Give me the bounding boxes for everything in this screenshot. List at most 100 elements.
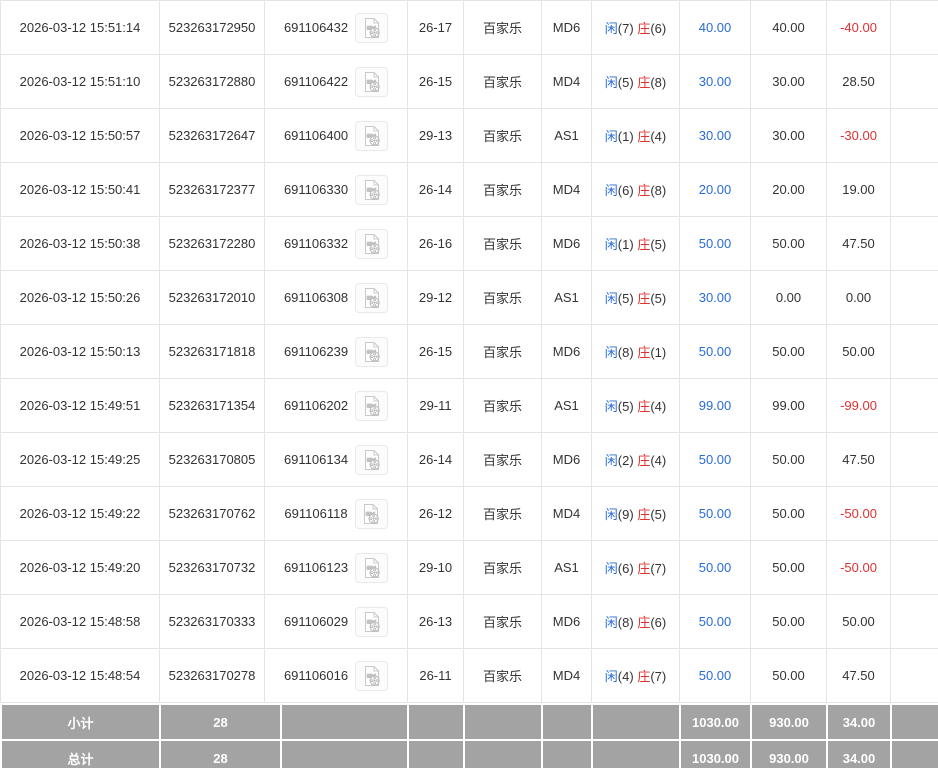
video-replay-button[interactable]	[355, 444, 389, 475]
game-name: 百家乐	[463, 108, 542, 163]
valid-amount: 0.00	[750, 270, 827, 325]
bet-amount: 30.00	[679, 54, 751, 109]
win-loss-amount: -40.00	[826, 0, 891, 55]
banker-score: (5)	[650, 507, 667, 522]
banker-label: 庄	[637, 75, 651, 90]
round-id: 691106123	[283, 560, 349, 575]
total-bet-total: 1030.00	[679, 739, 752, 768]
video-file-icon	[364, 557, 380, 578]
video-file-icon	[364, 665, 380, 686]
bet-amount: 99.00	[679, 378, 751, 433]
player-label: 闲	[604, 129, 618, 144]
banker-score: (7)	[650, 561, 667, 576]
video-replay-button[interactable]	[355, 660, 389, 691]
game-name: 百家乐	[463, 270, 542, 325]
table-code: 26-13	[407, 594, 464, 649]
valid-amount: 50.00	[750, 324, 827, 379]
game-name: 百家乐	[463, 216, 542, 271]
round-id: 691106332	[283, 236, 349, 251]
bet-time: 2026-03-12 15:50:13	[0, 324, 160, 379]
bet-time: 2026-03-12 15:49:20	[0, 540, 160, 595]
game-name: 百家乐	[463, 486, 542, 541]
banker-score: (4)	[650, 453, 667, 468]
bet-time: 2026-03-12 15:49:25	[0, 432, 160, 487]
game-name: 百家乐	[463, 594, 542, 649]
bet-id: 523263172377	[159, 162, 265, 217]
player-score: (7)	[617, 21, 634, 36]
bet-time: 2026-03-12 15:48:54	[0, 648, 160, 703]
game-result: 闲(6) 庄(8)	[591, 162, 680, 217]
bet-id: 523263170333	[159, 594, 265, 649]
bet-id: 523263170732	[159, 540, 265, 595]
empty-cell	[890, 378, 938, 433]
room-code: MD6	[541, 0, 592, 55]
empty-cell	[890, 270, 938, 325]
win-loss-amount: 50.00	[826, 594, 891, 649]
valid-amount: 50.00	[750, 486, 827, 541]
video-replay-button[interactable]	[355, 390, 389, 421]
empty-cell	[890, 540, 938, 595]
round-id: 691106432	[283, 20, 349, 35]
game-name: 百家乐	[463, 540, 542, 595]
video-replay-button[interactable]	[355, 228, 389, 259]
game-name: 百家乐	[463, 162, 542, 217]
player-label: 闲	[604, 183, 618, 198]
win-loss-amount: 0.00	[826, 270, 891, 325]
total-count: 28	[159, 739, 282, 768]
video-replay-button[interactable]	[355, 120, 389, 151]
bet-time: 2026-03-12 15:50:38	[0, 216, 160, 271]
bet-amount: 30.00	[679, 270, 751, 325]
video-replay-button[interactable]	[355, 174, 389, 205]
video-file-icon	[364, 503, 379, 524]
empty-cell	[890, 108, 938, 163]
bet-id: 523263170805	[159, 432, 265, 487]
banker-score: (1)	[650, 345, 667, 360]
round-cell: 691106202	[264, 378, 408, 433]
player-score: (5)	[617, 291, 634, 306]
total-label: 总计	[0, 739, 161, 768]
banker-score: (4)	[650, 129, 667, 144]
table-code: 29-11	[407, 378, 464, 433]
video-replay-button[interactable]	[355, 606, 389, 637]
player-score: (1)	[617, 129, 634, 144]
win-loss-amount: 50.00	[826, 324, 891, 379]
empty-cell	[890, 162, 938, 217]
table-row: 2026-03-12 15:49:20 523263170732 6911061…	[0, 540, 938, 595]
bet-amount: 50.00	[679, 432, 751, 487]
win-loss-amount: -50.00	[826, 486, 891, 541]
player-score: (5)	[617, 75, 634, 90]
total-empty-cell	[890, 739, 938, 768]
video-replay-button[interactable]	[354, 498, 388, 529]
empty-cell	[890, 648, 938, 703]
win-loss-amount: 47.50	[826, 216, 891, 271]
bet-id: 523263172880	[159, 54, 265, 109]
subtotal-empty-cell	[463, 703, 543, 741]
table-row: 2026-03-12 15:51:14 523263172950 6911064…	[0, 0, 938, 55]
table-code: 26-12	[407, 486, 464, 541]
game-name: 百家乐	[463, 648, 542, 703]
video-replay-button[interactable]	[355, 336, 389, 367]
total-valid-total: 930.00	[750, 739, 828, 768]
empty-cell	[890, 0, 938, 55]
subtotal-label: 小计	[0, 703, 161, 741]
valid-amount: 99.00	[750, 378, 827, 433]
bet-id: 523263171354	[159, 378, 265, 433]
round-id: 691106422	[283, 74, 349, 89]
banker-score: (6)	[650, 615, 667, 630]
player-score: (6)	[617, 561, 634, 576]
bet-amount: 50.00	[679, 324, 751, 379]
video-replay-button[interactable]	[355, 552, 389, 583]
video-replay-button[interactable]	[355, 12, 389, 43]
banker-label: 庄	[637, 669, 651, 684]
win-loss-amount: -99.00	[826, 378, 891, 433]
subtotal-valid-total: 930.00	[750, 703, 828, 741]
bet-amount: 40.00	[679, 0, 751, 55]
player-label: 闲	[604, 75, 618, 90]
table-code: 26-17	[407, 0, 464, 55]
win-loss-amount: -30.00	[826, 108, 891, 163]
video-replay-button[interactable]	[355, 282, 389, 313]
table-row: 2026-03-12 15:50:41 523263172377 6911063…	[0, 162, 938, 217]
video-replay-button[interactable]	[355, 66, 389, 97]
empty-cell	[890, 594, 938, 649]
table-code: 26-15	[407, 324, 464, 379]
